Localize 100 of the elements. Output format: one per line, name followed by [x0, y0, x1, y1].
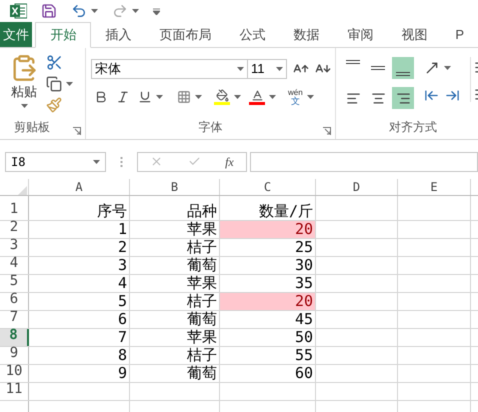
table-cell: 苹果: [187, 328, 217, 346]
group-label: 对齐方式: [389, 119, 437, 136]
dialog-launcher-icon[interactable]: [323, 127, 331, 135]
table-cell: 葡萄: [187, 256, 217, 274]
decrease-indent-icon[interactable]: [424, 88, 439, 103]
table-cell: 20: [294, 220, 313, 238]
row-header[interactable]: 1: [0, 196, 29, 220]
paintbrush-icon[interactable]: [46, 97, 62, 113]
table-cell: 55: [294, 346, 313, 364]
formula-input[interactable]: [250, 152, 478, 172]
group-label: 剪贴板: [14, 119, 50, 136]
name-box[interactable]: I8: [5, 152, 106, 172]
borders-icon[interactable]: [177, 90, 191, 104]
phonetic-button[interactable]: wén 文: [288, 88, 303, 106]
customize-toolbar-icon[interactable]: [153, 8, 160, 14]
table-cell: 桔子: [187, 292, 217, 310]
row-header[interactable]: 10: [0, 365, 29, 382]
row-header[interactable]: 9: [0, 347, 29, 364]
row-header[interactable]: 4: [0, 257, 29, 274]
table-cell: 品种: [187, 202, 217, 220]
row-header[interactable]: 7: [0, 311, 29, 328]
table-cell: 桔子: [187, 238, 217, 256]
column-header[interactable]: B: [130, 179, 220, 195]
row-header[interactable]: 8: [0, 329, 29, 346]
table-cell: 60: [294, 364, 313, 382]
dialog-launcher-icon[interactable]: [73, 127, 81, 135]
align-middle-icon: [371, 66, 385, 70]
paste-button[interactable]: 粘贴: [8, 54, 40, 118]
column-header[interactable]: C: [220, 179, 316, 195]
table-cell: 苹果: [187, 274, 217, 292]
row-header[interactable]: 6: [0, 293, 29, 310]
caret-icon: [195, 95, 202, 99]
scissors-icon[interactable]: [46, 54, 63, 71]
orientation-icon[interactable]: [424, 60, 440, 76]
table-cell: 3: [118, 256, 127, 274]
caret-icon: [93, 160, 100, 164]
ribbon-tab[interactable]: 公式: [225, 22, 280, 48]
ribbon-tab[interactable]: 页面布局: [145, 22, 226, 48]
spreadsheet-app-icon: [10, 3, 27, 19]
table-cell: 45: [294, 310, 313, 328]
ribbon-tab[interactable]: P: [441, 22, 478, 48]
table-cell: 7: [118, 328, 127, 346]
caret-icon: [91, 9, 98, 13]
row-header[interactable]: 2: [0, 221, 29, 238]
caret-icon: [156, 95, 163, 99]
file-tab[interactable]: 文件: [0, 22, 32, 47]
ribbon-tab[interactable]: 插入: [91, 22, 146, 48]
save-icon[interactable]: [41, 3, 57, 19]
table-cell: 葡萄: [187, 310, 217, 328]
table-cell: 25: [294, 238, 313, 256]
table-cell: 30: [294, 256, 313, 274]
font-size-field[interactable]: 11: [247, 59, 287, 79]
table-cell: 序号: [97, 202, 127, 220]
bold-icon[interactable]: [94, 90, 108, 104]
caret-icon: [66, 82, 73, 86]
table-cell: 9: [118, 364, 127, 382]
copy-icon[interactable]: [46, 76, 62, 92]
ribbon-tab[interactable]: 审阅: [333, 22, 388, 48]
fill-color-icon[interactable]: [214, 89, 230, 105]
table-cell: 1: [118, 220, 127, 238]
ribbon-tab[interactable]: 开始: [35, 22, 92, 48]
table-cell: 2: [118, 238, 127, 256]
caret-icon: [237, 67, 244, 71]
font-color-icon[interactable]: [249, 89, 265, 105]
column-header[interactable]: D: [316, 179, 398, 195]
table-cell: 5: [118, 292, 127, 310]
table-cell: 6: [118, 310, 127, 328]
group-label: 字体: [198, 119, 222, 136]
font-name-field[interactable]: 宋体: [91, 59, 248, 79]
italic-icon[interactable]: [116, 90, 130, 104]
align-top-icon: [346, 60, 360, 64]
insert-function-button[interactable]: fx: [225, 152, 234, 170]
underline-icon[interactable]: [138, 90, 152, 104]
caret-icon: [20, 104, 28, 108]
align-left-icon: [346, 90, 360, 106]
table-cell: 葡萄: [187, 364, 217, 382]
table-cell: 4: [118, 274, 127, 292]
increase-indent-icon[interactable]: [445, 88, 460, 103]
align-bottom-icon: [396, 72, 410, 76]
horizontal-align-button[interactable]: [392, 87, 414, 109]
table-cell: 桔子: [187, 346, 217, 364]
caret-icon: [269, 95, 276, 99]
ribbon-tab[interactable]: 数据: [279, 22, 334, 48]
align-right-icon: [396, 90, 410, 106]
table-cell: 8: [118, 346, 127, 364]
table-cell: 数量/斤: [258, 202, 313, 220]
caret-icon: [444, 66, 451, 70]
table-cell: 20: [294, 292, 313, 310]
ribbon-tab[interactable]: 视图: [387, 22, 442, 48]
vertical-align-button[interactable]: [392, 57, 414, 79]
row-header[interactable]: 3: [0, 239, 29, 256]
row-header[interactable]: 11: [0, 383, 29, 400]
column-header[interactable]: E: [398, 179, 471, 195]
caret-icon: [234, 95, 241, 99]
table-cell: 50: [294, 328, 313, 346]
row-header[interactable]: 5: [0, 275, 29, 292]
grip-icon: [120, 156, 123, 168]
column-header[interactable]: A: [29, 179, 130, 195]
align-center-icon: [370, 90, 386, 106]
undo-icon[interactable]: [71, 3, 87, 19]
